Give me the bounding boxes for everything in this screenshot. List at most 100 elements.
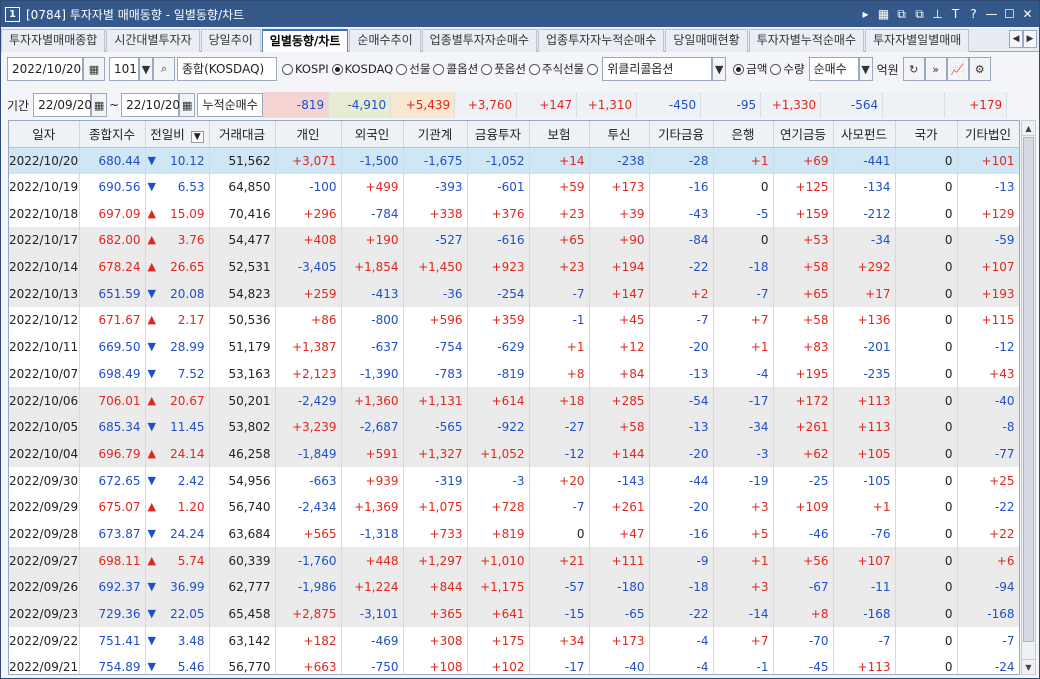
tab-8[interactable]: 투자자별누적순매수 — [748, 29, 865, 52]
investor-value-cell: 0 — [895, 574, 958, 601]
unit-radio-1[interactable]: 수량 — [770, 61, 805, 77]
tab-0[interactable]: 투자자별매매종합 — [1, 29, 106, 52]
column-header-2[interactable]: 전일비 ▼ — [145, 121, 210, 148]
investor-value-cell: 0 — [895, 387, 958, 414]
column-header-9[interactable]: 투신 — [589, 121, 650, 148]
column-header-14[interactable]: 국가 — [895, 121, 958, 148]
column-header-8[interactable]: 보험 — [529, 121, 590, 148]
calendar-icon[interactable]: ▦ — [91, 93, 108, 117]
column-header-13[interactable]: 사모펀드 — [833, 121, 896, 148]
column-header-12[interactable]: 연기금등 — [773, 121, 834, 148]
calendar-icon[interactable]: ▦ — [179, 93, 196, 117]
table-row[interactable]: 2022/09/30 672.65 ▼ 2.42 54,956 -663 +939 -319-… — [9, 467, 1019, 494]
table-row[interactable]: 2022/10/14 678.24 ▲ 26.65 52,531 -3,405 +1,854… — [9, 253, 1019, 281]
table-row[interactable]: 2022/10/18 697.09 ▲ 15.09 70,416 +296 -784 +338… — [9, 200, 1019, 228]
chevron-down-icon[interactable]: ▼ — [858, 57, 873, 81]
chevron-down-icon[interactable]: ▼ — [139, 57, 153, 81]
column-header-3[interactable]: 거래대금 — [209, 121, 276, 148]
maximize-icon[interactable]: ☐ — [1002, 7, 1017, 21]
sort-dropdown-icon[interactable]: ▼ — [190, 131, 204, 144]
table-row[interactable]: 2022/10/13 651.59 ▼ 20.08 54,823 +259 -413 -36-… — [9, 280, 1019, 308]
minimize-icon[interactable]: — — [984, 7, 999, 21]
table-row[interactable]: 2022/09/29 675.07 ▲ 1.20 56,740 -2,434 +1,369 +… — [9, 493, 1019, 521]
double-chevron-icon[interactable]: » — [924, 57, 947, 81]
end-date-input[interactable]: 22/10/20 — [121, 93, 180, 117]
change-value: 24.24 — [170, 526, 205, 541]
tab-6[interactable]: 업종투자자누적순매수 — [537, 29, 665, 52]
table-row[interactable]: 2022/09/27 698.11 ▲ 5.74 60,339 -1,760 +448 +1,… — [9, 547, 1019, 574]
vertical-scrollbar[interactable]: ▲ ▼ — [1021, 120, 1036, 675]
change-cell: ▲ 2.17 — [145, 307, 210, 334]
radio-label: 주식선물 — [541, 62, 585, 76]
market-radio-5[interactable]: 주식선물 — [528, 61, 585, 77]
tab-5[interactable]: 업종별투자자순매수 — [421, 29, 537, 52]
market-radio-3[interactable]: 콜옵션 — [433, 61, 478, 77]
unit-radio-0[interactable]: 금액 — [733, 61, 767, 77]
market-radio-0[interactable]: KOSPI — [282, 62, 329, 76]
table-row[interactable]: 2022/10/17 682.00 ▲ 3.76 54,477 +408 +190 -527-… — [9, 227, 1019, 254]
market-radio-6[interactable] — [587, 63, 600, 75]
weekly-option-select[interactable]: 위클리콜옵션 — [602, 57, 713, 81]
tab-prev-icon[interactable]: ◀ — [1009, 30, 1023, 48]
column-header-4[interactable]: 개인 — [275, 121, 342, 148]
column-header-5[interactable]: 외국인 — [341, 121, 404, 148]
table-row[interactable]: 2022/09/21 754.89 ▼ 5.46 56,770 +663 -750 +108 +… — [9, 654, 1019, 674]
tab-7[interactable]: 당일매매현황 — [665, 29, 748, 52]
tab-1[interactable]: 시간대별투자자 — [106, 29, 200, 52]
tab-next-icon[interactable]: ▶ — [1023, 30, 1037, 48]
layout-icon[interactable]: ⧉ — [894, 7, 909, 22]
data-grid[interactable]: 일자 종합지수 전일비 ▼ 거래대금 개인 외국인 기관계 금융투자 보험 투신 기타금융 은행 연기금등… — [8, 120, 1020, 675]
tab-2[interactable]: 당일추이 — [200, 29, 261, 52]
font-icon[interactable]: T — [948, 7, 963, 21]
table-row[interactable]: 2022/10/05 685.34 ▼ 11.45 53,802 +3,239 -2,687… — [9, 413, 1019, 441]
refresh-icon[interactable]: ↻ — [902, 57, 925, 81]
table-row[interactable]: 2022/10/11 669.50 ▼ 28.99 51,179 +1,387 -637 -7… — [9, 333, 1019, 361]
market-radio-4[interactable]: 풋옵션 — [481, 61, 526, 77]
table-row[interactable]: 2022/10/04 696.79 ▲ 24.14 46,258 -1,849 +591 +1… — [9, 440, 1019, 468]
net-buy-select[interactable]: 순매수 — [808, 57, 859, 81]
column-header-6[interactable]: 기관계 — [403, 121, 468, 148]
pin-icon[interactable]: ⊥ — [930, 7, 945, 21]
radio-indicator — [587, 63, 599, 75]
calendar-icon[interactable]: ▦ — [83, 57, 105, 81]
table-row[interactable]: 2022/10/07 698.49 ▼ 7.52 53,163 +2,123 -1,390-… — [9, 360, 1019, 388]
next-icon[interactable]: ▸ — [858, 7, 873, 21]
chevron-down-icon[interactable]: ▼ — [712, 57, 727, 81]
code-input[interactable]: 101 — [109, 57, 139, 81]
column-header-10[interactable]: 기타금융 — [649, 121, 714, 148]
tab-4[interactable]: 순매수추이 — [349, 29, 421, 52]
tab-9[interactable]: 투자자별일별매매 — [865, 29, 970, 52]
scroll-thumb[interactable] — [1023, 137, 1034, 642]
date-input[interactable]: 2022/10/20 — [7, 57, 83, 81]
grid-icon[interactable]: ▦ — [876, 7, 891, 21]
search-icon[interactable]: ⌕ — [153, 57, 175, 81]
scroll-up-icon[interactable]: ▲ — [1022, 121, 1035, 136]
change-value: 1.20 — [177, 500, 205, 515]
column-header-11[interactable]: 은행 — [713, 121, 774, 148]
market-radio-2[interactable]: 선물 — [396, 61, 430, 77]
table-row[interactable]: 2022/09/22 751.41 ▼ 3.48 63,142 +182 -469 +308 +… — [9, 627, 1019, 655]
tab-3[interactable]: 일별동향/차트 — [261, 29, 349, 52]
column-header-0[interactable]: 일자 — [9, 121, 80, 148]
table-row[interactable]: 2022/09/28 673.87 ▼ 24.24 63,684 +565 -1,318 +7… — [9, 520, 1019, 548]
chart-icon[interactable]: 📈 — [946, 57, 969, 81]
investor-value-cell: -46 — [773, 520, 834, 548]
start-date-input[interactable]: 22/09/20 — [33, 93, 92, 117]
column-header-7[interactable]: 금융투자 — [467, 121, 530, 148]
table-row[interactable]: 2022/09/26 692.37 ▼ 36.99 62,777 -1,986 +1,224… — [9, 574, 1019, 601]
investor-value-cell: +308 — [403, 627, 468, 655]
copy-window-icon[interactable]: ⧉ — [912, 7, 927, 22]
scroll-down-icon[interactable]: ▼ — [1022, 659, 1035, 674]
investor-value-cell: +1,854 — [341, 253, 404, 281]
table-row[interactable]: 2022/10/06 706.01 ▲ 20.67 50,201 -2,429 +1,360… — [9, 387, 1019, 414]
gear-icon[interactable]: ⚙ — [968, 57, 991, 81]
column-header-1[interactable]: 종합지수 — [79, 121, 146, 148]
table-row[interactable]: 2022/10/12 671.67 ▲ 2.17 50,536 +86 -800 +596 +3… — [9, 307, 1019, 334]
table-row[interactable]: 2022/10/19 690.56 ▼ 6.53 64,850 -100 +499 -393-… — [9, 173, 1019, 201]
close-icon[interactable]: ✕ — [1020, 7, 1035, 21]
market-radio-1[interactable]: KOSDAQ — [331, 62, 393, 76]
table-row[interactable]: 2022/10/20 680.44 ▼ 10.12 51,562 +3,071 -1,500… — [9, 147, 1019, 174]
table-row[interactable]: 2022/09/23 729.36 ▼ 22.05 65,458 +2,875 -3,101… — [9, 600, 1019, 628]
help-icon[interactable]: ? — [966, 7, 981, 21]
column-header-15[interactable]: 기타법인 — [957, 121, 1019, 148]
